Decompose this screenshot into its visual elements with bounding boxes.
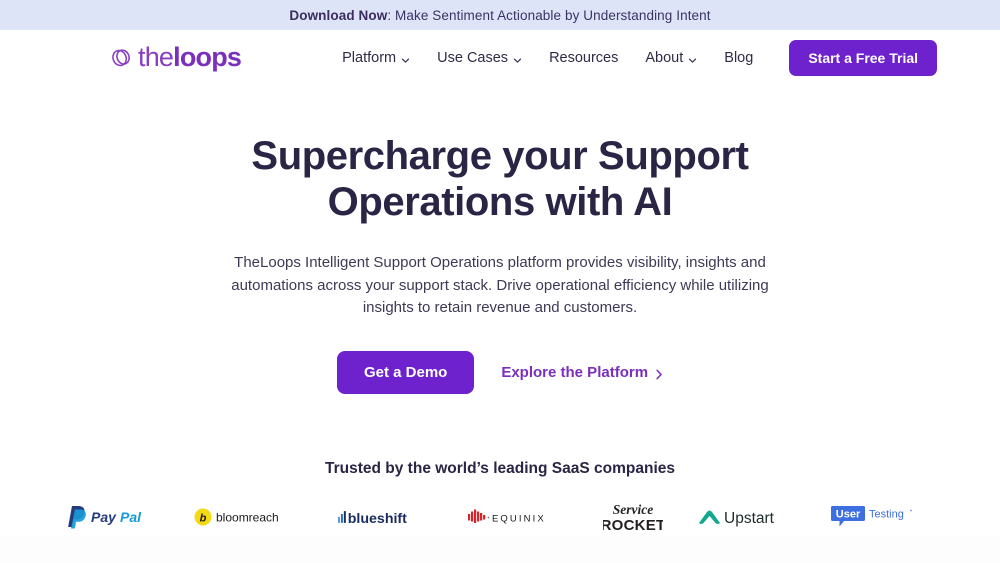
svg-text:EQUINIX: EQUINIX	[492, 514, 546, 525]
brand-wordmark: theloops	[138, 42, 242, 72]
svg-text:Testing: Testing	[869, 509, 904, 521]
nav-item-about[interactable]: About	[645, 50, 697, 66]
nav-item-resources[interactable]: Resources	[549, 50, 618, 66]
chevron-down-icon	[513, 53, 522, 63]
nav-item-label: Platform	[342, 49, 397, 66]
nav-item-label: About	[645, 49, 684, 66]
announcement-text: Download Now: Make Sentiment Actionable …	[289, 8, 710, 23]
svg-text:blueshift: blueshift	[348, 511, 407, 527]
hero-cta-row: Get a Demo Explore the Platform	[0, 351, 1000, 395]
svg-text:Service: Service	[613, 502, 653, 517]
hero-title-line-2: Operations with AI	[327, 180, 673, 225]
brand-text-light: the	[138, 42, 174, 72]
nav-item-label: Resources	[549, 49, 619, 66]
hero-section: Supercharge your Support Operations with…	[0, 85, 1000, 395]
chevron-right-icon	[655, 367, 663, 380]
page-title: Supercharge your Support Operations with…	[240, 133, 760, 226]
logo-servicerocket: Service ROCKET	[603, 498, 663, 536]
logo-upstart: Upstart	[697, 504, 797, 530]
svg-text:b: b	[200, 513, 207, 525]
nav-item-label: Blog	[724, 49, 754, 66]
start-free-trial-button[interactable]: Start a Free Trial	[789, 39, 938, 76]
announcement-strong-text: Download Now	[289, 7, 388, 23]
get-a-demo-button[interactable]: Get a Demo	[336, 351, 475, 395]
nav-item-label: Use Cases	[437, 49, 509, 66]
announcement-rest-text: : Make Sentiment Actionable by Understan…	[387, 7, 711, 23]
hero-subtitle: TheLoops Intelligent Support Operations …	[231, 253, 769, 317]
nav-item-blog[interactable]: Blog	[724, 50, 753, 66]
logo-usertesting: User Testing	[831, 503, 933, 531]
logo-paypal: Pay Pal	[67, 504, 159, 530]
nav-item-use-cases[interactable]: Use Cases	[437, 50, 522, 66]
svg-text:Upstart: Upstart	[724, 510, 775, 527]
two-loops-icon	[108, 45, 134, 71]
svg-text:Pay: Pay	[91, 509, 117, 525]
trusted-by-heading: Trusted by the world’s leading SaaS comp…	[325, 460, 675, 478]
svg-text:Pal: Pal	[120, 509, 142, 525]
chevron-down-icon	[401, 53, 410, 63]
site-header: theloops Platform Use Cases Resources Ab…	[0, 30, 1000, 85]
chevron-down-icon	[688, 53, 697, 63]
explore-the-platform-link[interactable]: Explore the Platform	[501, 364, 663, 381]
svg-text:bloomreach: bloomreach	[216, 511, 279, 525]
brand-logo[interactable]: theloops	[108, 42, 242, 72]
svg-text:User: User	[836, 509, 861, 521]
customer-logo-strip: Pay Pal b bloomreach blueshift EQUINIX S…	[0, 498, 1000, 536]
nav-item-platform[interactable]: Platform	[342, 50, 410, 66]
logo-bloomreach: b bloomreach	[193, 505, 303, 529]
main-navigation: Platform Use Cases Resources About Blog	[342, 50, 753, 66]
trusted-by-section: Trusted by the world’s leading SaaS comp…	[0, 460, 1000, 536]
brand-text-bold: loops	[173, 42, 242, 72]
logo-equinix: EQUINIX	[467, 507, 569, 527]
hero-title-line-1: Supercharge your Support	[251, 134, 749, 178]
logo-blueshift: blueshift	[337, 506, 433, 528]
page-bottom-fade	[0, 537, 1000, 563]
announcement-banner[interactable]: Download Now: Make Sentiment Actionable …	[0, 0, 1000, 30]
svg-text:ROCKET: ROCKET	[603, 517, 663, 534]
explore-link-label: Explore the Platform	[501, 364, 649, 382]
